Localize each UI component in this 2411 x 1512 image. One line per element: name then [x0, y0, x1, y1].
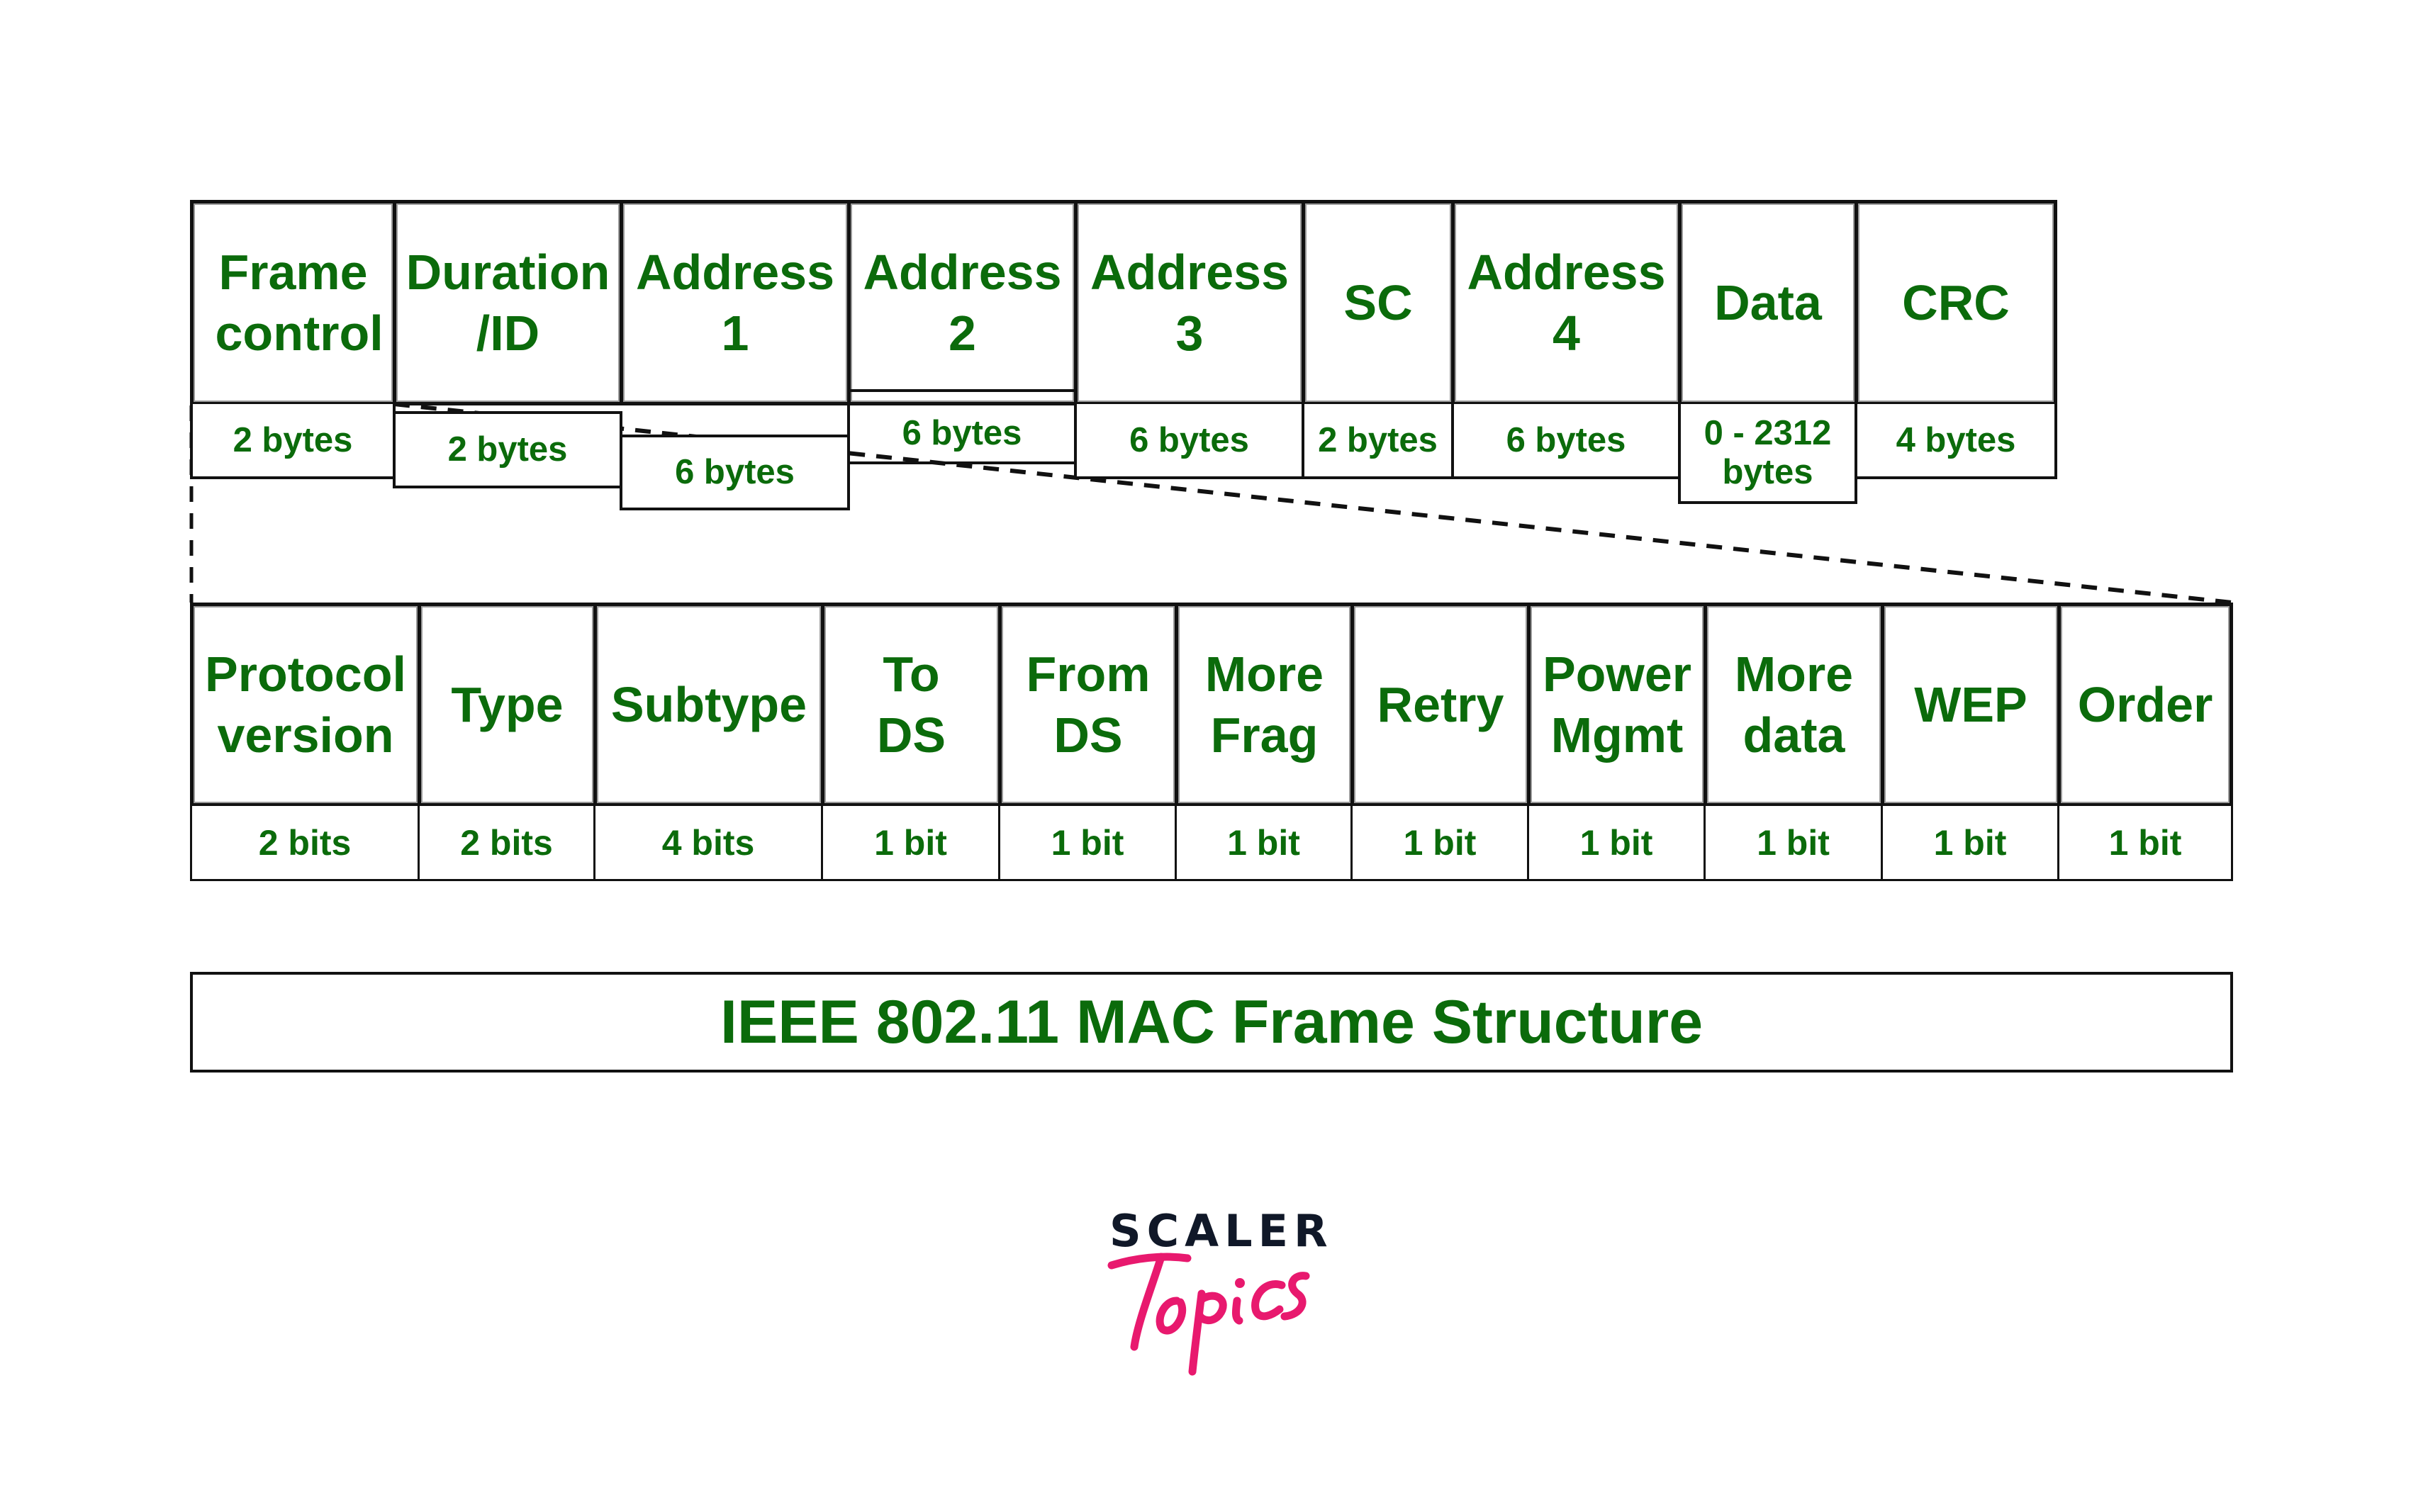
field-label: Order — [2077, 677, 2213, 732]
field-label: More data — [1734, 646, 1854, 763]
size-sc: 2 bytes — [1302, 404, 1454, 479]
field-label: Address 4 — [1467, 245, 1666, 361]
field-label: WEP — [1914, 677, 2027, 732]
size-address-1: 6 bytes — [620, 435, 850, 510]
fc-size-from-ds: 1 bit — [998, 804, 1177, 881]
diagram-title: IEEE 802.11 MAC Frame Structure — [720, 987, 1704, 1056]
size-label: 4 bits — [661, 822, 755, 863]
field-data: Data — [1678, 200, 1858, 405]
fc-size-to-ds: 1 bit — [821, 804, 1000, 881]
fc-size-type: 2 bits — [418, 804, 595, 881]
fc-size-order: 1 bit — [2057, 804, 2233, 881]
size-label: 6 bytes — [1129, 420, 1249, 459]
size-label: 1 bit — [1403, 822, 1477, 863]
fc-wep: WEP — [1881, 603, 2061, 807]
size-address-4: 6 bytes — [1451, 404, 1681, 479]
fc-size-retry: 1 bit — [1350, 804, 1529, 881]
field-duration-id: Duration /ID — [393, 200, 623, 405]
fc-to-ds: To DS — [821, 603, 1002, 807]
size-address-2: 6 bytes — [847, 389, 1077, 464]
size-label: 6 bytes — [902, 413, 1022, 452]
size-label: 2 bytes — [447, 430, 568, 469]
field-label: CRC — [1902, 275, 2010, 330]
fc-retry: Retry — [1350, 603, 1531, 807]
fc-size-more-data: 1 bit — [1704, 804, 1883, 881]
field-sc: SC — [1302, 200, 1455, 405]
size-label: 6 bytes — [1506, 420, 1626, 459]
field-label: Address 2 — [863, 245, 1062, 361]
field-label: Subtype — [610, 677, 807, 732]
fc-more-frag: More Frag — [1175, 603, 1354, 807]
size-label: 1 bit — [1051, 822, 1124, 863]
size-label: 1 bit — [2108, 822, 2182, 863]
field-address-2: Address 2 — [847, 200, 1078, 405]
size-label: 1 bit — [1757, 822, 1830, 863]
size-label: 6 bytes — [675, 453, 795, 491]
size-frame-control: 2 bytes — [190, 404, 396, 479]
field-address-3: Address 3 — [1074, 200, 1305, 405]
size-label: 2 bytes — [233, 420, 353, 459]
field-label: Address 3 — [1090, 245, 1290, 361]
fc-size-wep: 1 bit — [1881, 804, 2059, 881]
diagram-title-box: IEEE 802.11 MAC Frame Structure — [190, 972, 2233, 1073]
size-label: 2 bits — [258, 822, 352, 863]
fc-protocol-version: Protocol version — [190, 603, 421, 807]
logo-topics-script-icon: Topics — [1107, 1253, 1310, 1376]
size-label: 1 bit — [1933, 822, 2007, 863]
fc-type: Type — [418, 603, 597, 807]
size-label: 1 bit — [874, 822, 947, 863]
field-label: Protocol version — [205, 646, 406, 763]
size-label: 1 bit — [1579, 822, 1653, 863]
size-label: 0 - 2312 bytes — [1704, 413, 1832, 491]
fc-from-ds: From DS — [998, 603, 1178, 807]
field-label: More Frag — [1204, 646, 1324, 763]
field-label: From DS — [1026, 646, 1151, 763]
field-label: Frame control — [215, 245, 384, 361]
field-label: Power Mgmt — [1542, 646, 1692, 763]
field-address-4: Address 4 — [1451, 200, 1682, 405]
size-data: 0 - 2312 bytes — [1678, 404, 1857, 504]
fc-size-power-mgmt: 1 bit — [1527, 804, 1706, 881]
field-label: Duration /ID — [405, 245, 610, 361]
fc-size-subtype: 4 bits — [593, 804, 823, 881]
field-label: Type — [451, 677, 564, 732]
field-label: Address 1 — [635, 245, 835, 361]
fc-power-mgmt: Power Mgmt — [1527, 603, 1707, 807]
fc-subtype: Subtype — [593, 603, 824, 807]
field-crc: CRC — [1855, 200, 2057, 405]
field-frame-control: Frame control — [190, 200, 396, 405]
size-label: 2 bits — [460, 822, 553, 863]
size-address-3: 6 bytes — [1074, 404, 1304, 479]
fc-order: Order — [2057, 603, 2233, 807]
fc-size-protocol-version: 2 bits — [190, 804, 420, 881]
fc-more-data: More data — [1704, 603, 1884, 807]
field-label: Data — [1714, 275, 1822, 330]
fc-size-more-frag: 1 bit — [1175, 804, 1353, 881]
size-crc: 4 bytes — [1855, 404, 2057, 479]
field-label: To DS — [876, 646, 946, 763]
size-label: 2 bytes — [1318, 420, 1438, 459]
field-label: Retry — [1377, 677, 1504, 732]
field-address-1: Address 1 — [620, 200, 851, 405]
field-label: SC — [1343, 275, 1413, 330]
size-label: 1 bit — [1227, 822, 1300, 863]
size-duration-id: 2 bytes — [393, 411, 622, 488]
size-label: 4 bytes — [1896, 420, 2016, 459]
